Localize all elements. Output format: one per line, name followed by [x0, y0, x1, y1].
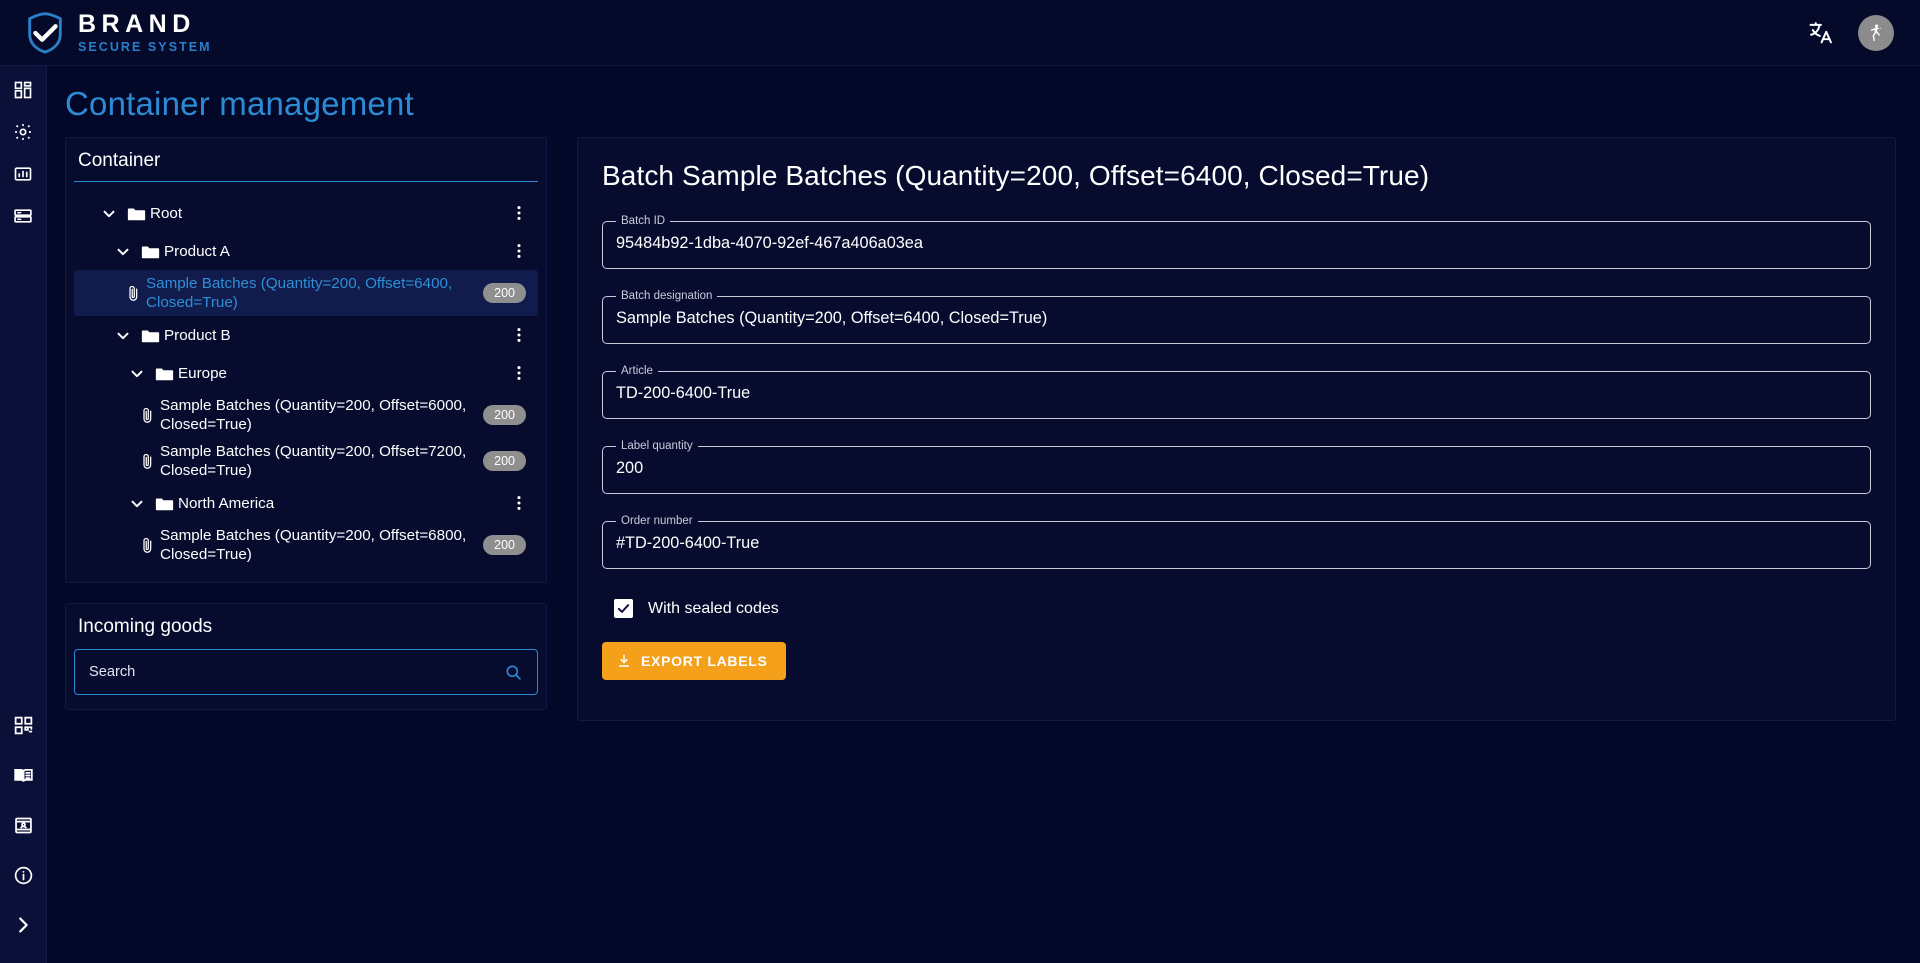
field-value[interactable] [616, 382, 1857, 404]
tree-item-label: Product B [164, 326, 231, 344]
chevron-down-icon[interactable] [110, 242, 136, 260]
quantity-badge: 200 [483, 535, 526, 555]
shield-check-icon [28, 11, 62, 54]
order-number-field[interactable]: Order number [602, 515, 1871, 569]
incoming-goods-panel: Incoming goods [65, 603, 547, 710]
more-options-icon[interactable] [506, 241, 532, 261]
batch-detail-title: Batch Sample Batches (Quantity=200, Offs… [602, 160, 1430, 191]
qr-code-icon[interactable] [0, 709, 47, 741]
tree-folder-row[interactable]: Europe [74, 354, 538, 392]
page-content: Container Root Product A Sample Batches (Q… [47, 137, 1920, 721]
batch-designation-field[interactable]: Batch designation [602, 290, 1871, 344]
chevron-right-icon[interactable] [0, 909, 47, 941]
info-icon[interactable] [0, 859, 47, 891]
paperclip-icon [134, 536, 160, 555]
quantity-badge: 200 [483, 283, 526, 303]
left-nav-rail [0, 66, 47, 963]
field-value[interactable] [616, 457, 1857, 479]
folder-icon [150, 364, 178, 383]
field-label: Order number [621, 515, 693, 527]
batch-detail-panel: Batch Sample Batches (Quantity=200, Offs… [577, 137, 1896, 721]
paperclip-icon [134, 406, 160, 425]
chevron-down-icon[interactable] [124, 364, 150, 382]
check-icon [617, 604, 630, 613]
tree-folder-row[interactable]: Product B [74, 316, 538, 354]
tree-item-label: North America [178, 494, 275, 512]
chevron-down-icon[interactable] [110, 326, 136, 344]
export-labels-label: EXPORT LABELS [641, 653, 768, 669]
accessibility-button[interactable] [1858, 14, 1894, 51]
left-column: Container Root Product A Sample Batches (Q… [65, 137, 547, 710]
tree-item-label: Sample Batches (Quantity=200, Offset=720… [160, 443, 467, 479]
field-label: Batch ID [621, 215, 666, 227]
chart-icon[interactable] [0, 158, 47, 190]
more-options-icon[interactable] [506, 363, 532, 383]
with-sealed-codes-checkbox[interactable]: With sealed codes [614, 599, 1871, 618]
gear-icon[interactable] [0, 116, 47, 148]
search-box[interactable] [74, 649, 538, 695]
more-options-icon[interactable] [506, 493, 532, 513]
tree-item-label: Sample Batches (Quantity=200, Offset=680… [160, 527, 467, 563]
folder-icon [136, 326, 164, 345]
field-value[interactable] [616, 307, 1857, 329]
page-body: Container management Container Root Produ… [47, 66, 1920, 963]
checkbox-label: With sealed codes [648, 599, 779, 617]
rail-top-group [0, 74, 47, 232]
tree-item-label: Sample Batches (Quantity=200, Offset=600… [160, 397, 467, 433]
tree-batch-row[interactable]: Sample Batches (Quantity=200, Offset=680… [74, 522, 538, 568]
folder-icon [136, 242, 164, 261]
tree-item-label: Product A [164, 242, 230, 260]
field-value[interactable] [616, 232, 1857, 254]
field-label: Article [621, 365, 653, 377]
more-options-icon[interactable] [506, 203, 532, 223]
chevron-down-icon[interactable] [96, 204, 122, 222]
paperclip-icon [134, 452, 160, 471]
field-label: Label quantity [621, 440, 693, 452]
logo-brand-text: BRAND [78, 9, 196, 38]
translate-icon[interactable] [1804, 16, 1838, 50]
batch-detail-fields: Batch ID Batch designation Article Label qu… [602, 215, 1871, 569]
container-panel: Container Root Product A Sample Batches (Q… [65, 137, 547, 583]
container-tree: Root Product A Sample Batches (Quantity=20… [74, 188, 538, 568]
book-icon[interactable] [0, 759, 47, 791]
more-options-icon[interactable] [506, 325, 532, 345]
quantity-badge: 200 [483, 405, 526, 425]
container-panel-heading: Container [74, 150, 538, 182]
field-value[interactable] [616, 532, 1857, 554]
batch-id-field[interactable]: Batch ID [602, 215, 1871, 269]
export-labels-button[interactable]: EXPORT LABELS [602, 642, 786, 680]
tree-item-label: Europe [178, 364, 227, 382]
tree-folder-row[interactable]: North America [74, 484, 538, 522]
search-input[interactable] [75, 664, 504, 680]
tree-batch-row[interactable]: Sample Batches (Quantity=200, Offset=720… [74, 438, 538, 484]
rail-bottom-group [0, 709, 47, 941]
tree-item-label: Root [150, 204, 183, 222]
container-icon[interactable] [0, 200, 47, 232]
field-label: Batch designation [621, 290, 713, 302]
label-quantity-field[interactable]: Label quantity [602, 440, 1871, 494]
app-logo[interactable]: BRAND SECURE SYSTEM [22, 10, 212, 56]
folder-icon [122, 204, 150, 223]
download-icon [618, 654, 630, 667]
logo-sub-text: SECURE SYSTEM [78, 39, 212, 54]
page-title: Container management [65, 85, 414, 122]
chevron-down-icon[interactable] [124, 494, 150, 512]
dashboard-icon[interactable] [0, 74, 47, 106]
checkbox-box [614, 599, 633, 618]
incoming-goods-heading: Incoming goods [78, 616, 213, 637]
paperclip-icon [120, 284, 146, 303]
tree-batch-row[interactable]: Sample Batches (Quantity=200, Offset=600… [74, 392, 538, 438]
search-icon[interactable] [504, 663, 537, 682]
contact-card-icon[interactable] [0, 809, 47, 841]
article-field[interactable]: Article [602, 365, 1871, 419]
top-bar: BRAND SECURE SYSTEM [0, 0, 1920, 66]
tree-batch-row[interactable]: Sample Batches (Quantity=200, Offset=640… [74, 270, 538, 316]
tree-folder-row[interactable]: Root [74, 194, 538, 232]
tree-item-label: Sample Batches (Quantity=200, Offset=640… [146, 275, 453, 311]
app-root: BRAND SECURE SYSTEM Container management… [0, 0, 1920, 963]
folder-icon [150, 494, 178, 513]
top-bar-actions [1804, 14, 1894, 51]
tree-folder-row[interactable]: Product A [74, 232, 538, 270]
quantity-badge: 200 [483, 451, 526, 471]
